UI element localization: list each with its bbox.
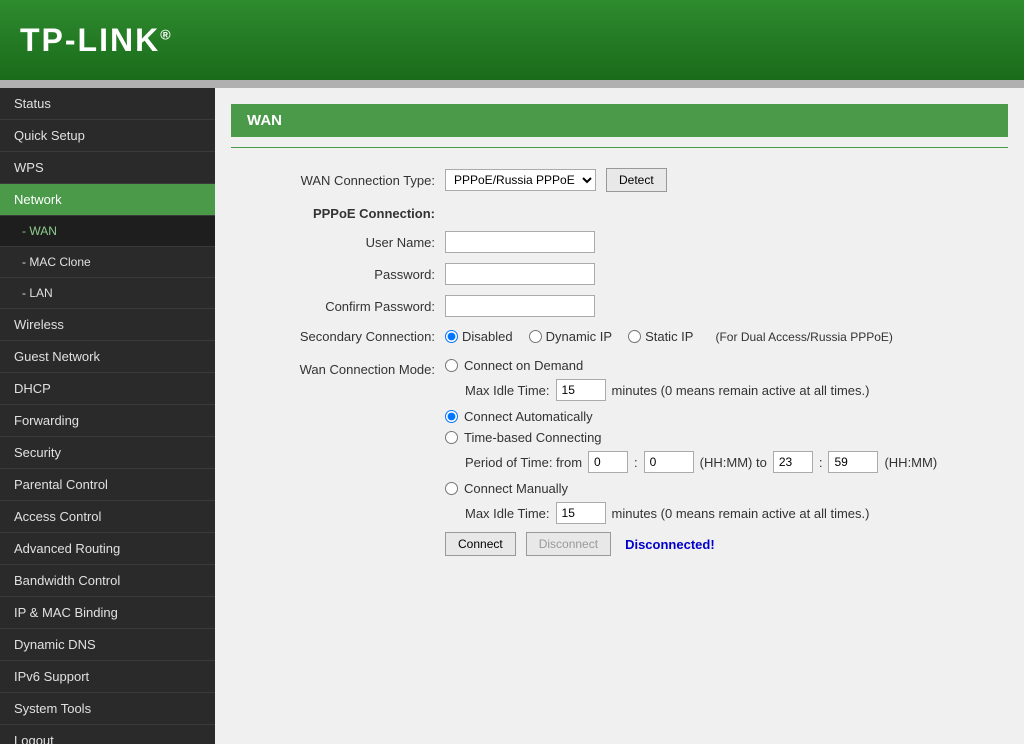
- time-to-h-input[interactable]: [773, 451, 813, 473]
- password-label: Password:: [245, 267, 445, 282]
- sub-header: [0, 80, 1024, 88]
- sidebar-item-wireless[interactable]: Wireless: [0, 309, 215, 341]
- content-area: WAN WAN Connection Type: PPPoE/Russia PP…: [215, 88, 1024, 744]
- sidebar-item-guest-network[interactable]: Guest Network: [0, 341, 215, 373]
- sidebar-item-network[interactable]: Network: [0, 184, 215, 216]
- mode-time-based: Time-based Connecting: [445, 430, 937, 445]
- max-idle-time-row-2: Max Idle Time: minutes (0 means remain a…: [465, 502, 937, 524]
- divider: [231, 147, 1008, 148]
- secondary-disabled-radio[interactable]: [445, 330, 458, 343]
- wan-connection-type-select[interactable]: PPPoE/Russia PPPoE: [445, 169, 596, 191]
- wan-connection-mode-row: Wan Connection Mode: Connect on Demand M…: [245, 358, 994, 562]
- secondary-dynamic-ip-radio[interactable]: [529, 330, 542, 343]
- password-row: Password:: [245, 263, 994, 285]
- period-of-time-row: Period of Time: from : (HH:MM) to : (HH:…: [465, 451, 937, 473]
- time-from-m-input[interactable]: [644, 451, 694, 473]
- logo: TP-LINK®: [20, 22, 173, 59]
- secondary-disabled-option[interactable]: Disabled: [445, 329, 513, 344]
- sidebar-item-dynamic-dns[interactable]: Dynamic DNS: [0, 629, 215, 661]
- mode-connect-manually-radio[interactable]: [445, 482, 458, 495]
- sidebar-item-wps[interactable]: WPS: [0, 152, 215, 184]
- sidebar-item-logout[interactable]: Logout: [0, 725, 215, 744]
- detect-button[interactable]: Detect: [606, 168, 667, 192]
- sidebar: Status Quick Setup WPS Network - WAN - M…: [0, 88, 215, 744]
- secondary-static-ip-option[interactable]: Static IP: [628, 329, 693, 344]
- logo-reg: ®: [160, 26, 172, 42]
- header: TP-LINK®: [0, 0, 1024, 80]
- max-idle-time-input-1[interactable]: [556, 379, 606, 401]
- status-text: Disconnected!: [625, 537, 715, 552]
- sidebar-item-lan[interactable]: - LAN: [0, 278, 215, 309]
- confirm-password-label: Confirm Password:: [245, 299, 445, 314]
- mode-connect-on-demand-radio[interactable]: [445, 359, 458, 372]
- form-area: WAN Connection Type: PPPoE/Russia PPPoE …: [215, 158, 1024, 582]
- sidebar-item-advanced-routing[interactable]: Advanced Routing: [0, 533, 215, 565]
- sidebar-item-security[interactable]: Security: [0, 437, 215, 469]
- sidebar-item-system-tools[interactable]: System Tools: [0, 693, 215, 725]
- sidebar-item-bandwidth-control[interactable]: Bandwidth Control: [0, 565, 215, 597]
- sidebar-item-mac-clone[interactable]: - MAC Clone: [0, 247, 215, 278]
- sidebar-item-wan[interactable]: - WAN: [0, 216, 215, 247]
- main-layout: Status Quick Setup WPS Network - WAN - M…: [0, 88, 1024, 744]
- sidebar-item-quick-setup[interactable]: Quick Setup: [0, 120, 215, 152]
- password-input[interactable]: [445, 263, 595, 285]
- mode-time-based-radio[interactable]: [445, 431, 458, 444]
- time-to-m-input[interactable]: [828, 451, 878, 473]
- secondary-note: (For Dual Access/Russia PPPoE): [715, 330, 892, 344]
- secondary-connection-row: Secondary Connection: Disabled Dynamic I…: [245, 329, 994, 344]
- secondary-connection-label: Secondary Connection:: [245, 329, 445, 344]
- user-name-label: User Name:: [245, 235, 445, 250]
- confirm-password-input[interactable]: [445, 295, 595, 317]
- wan-connection-type-row: WAN Connection Type: PPPoE/Russia PPPoE …: [245, 168, 994, 192]
- user-name-row: User Name:: [245, 231, 994, 253]
- secondary-static-ip-radio[interactable]: [628, 330, 641, 343]
- pppoe-connection-label: PPPoE Connection:: [245, 206, 445, 221]
- page-title-bar: WAN: [231, 104, 1008, 137]
- mode-connect-automatically: Connect Automatically: [445, 409, 937, 424]
- sidebar-item-forwarding[interactable]: Forwarding: [0, 405, 215, 437]
- max-idle-time-row-1: Max Idle Time: minutes (0 means remain a…: [465, 379, 937, 401]
- sidebar-item-status[interactable]: Status: [0, 88, 215, 120]
- disconnect-button[interactable]: Disconnect: [526, 532, 611, 556]
- secondary-dynamic-ip-option[interactable]: Dynamic IP: [529, 329, 612, 344]
- connect-disconnect-row: Connect Disconnect Disconnected!: [445, 532, 937, 556]
- secondary-connection-options: Disabled Dynamic IP Static IP (For Dual …: [445, 329, 893, 344]
- sidebar-item-dhcp[interactable]: DHCP: [0, 373, 215, 405]
- time-from-h-input[interactable]: [588, 451, 628, 473]
- mode-connect-on-demand: Connect on Demand: [445, 358, 937, 373]
- connection-modes-section: Connect on Demand Max Idle Time: minutes…: [445, 358, 937, 562]
- sidebar-item-access-control[interactable]: Access Control: [0, 501, 215, 533]
- user-name-input[interactable]: [445, 231, 595, 253]
- max-idle-time-input-2[interactable]: [556, 502, 606, 524]
- confirm-password-row: Confirm Password:: [245, 295, 994, 317]
- logo-text: TP-LINK: [20, 22, 160, 58]
- mode-connect-manually: Connect Manually: [445, 481, 937, 496]
- sidebar-item-ipv6-support[interactable]: IPv6 Support: [0, 661, 215, 693]
- sidebar-item-parental-control[interactable]: Parental Control: [0, 469, 215, 501]
- mode-connect-automatically-radio[interactable]: [445, 410, 458, 423]
- wan-connection-type-label: WAN Connection Type:: [245, 173, 445, 188]
- wan-connection-mode-label: Wan Connection Mode:: [245, 358, 445, 377]
- sidebar-item-ip-mac-binding[interactable]: IP & MAC Binding: [0, 597, 215, 629]
- pppoe-connection-row: PPPoE Connection:: [245, 206, 994, 221]
- connect-button[interactable]: Connect: [445, 532, 516, 556]
- page-title: WAN: [247, 112, 282, 129]
